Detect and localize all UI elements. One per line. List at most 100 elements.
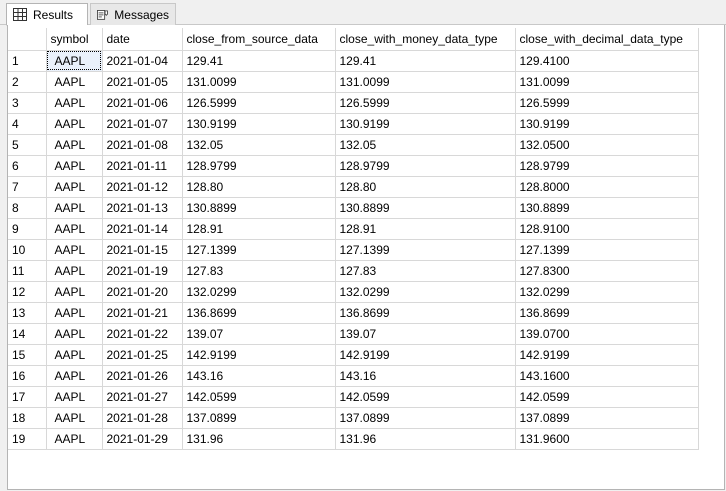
row-number[interactable]: 1	[8, 50, 47, 72]
row-number[interactable]: 7	[8, 176, 47, 198]
close-money-cell[interactable]: 128.9799	[335, 155, 516, 177]
close-money-cell[interactable]: 132.0299	[335, 281, 516, 303]
close-decimal-cell[interactable]: 130.9199	[515, 113, 699, 135]
date-cell[interactable]: 2021-01-21	[102, 302, 183, 324]
symbol-cell[interactable]: AAPL	[46, 176, 103, 198]
close-decimal-cell[interactable]: 132.0299	[515, 281, 699, 303]
row-number[interactable]: 6	[8, 155, 47, 177]
close-decimal-cell[interactable]: 142.0599	[515, 386, 699, 408]
table-row[interactable]: 19 AAPL 2021-01-29 131.96 131.96 131.9600	[8, 428, 699, 450]
symbol-cell[interactable]: AAPL	[46, 428, 103, 450]
close-source-cell[interactable]: 128.9799	[182, 155, 336, 177]
date-cell[interactable]: 2021-01-28	[102, 407, 183, 429]
row-number[interactable]: 17	[8, 386, 47, 408]
column-header-symbol[interactable]: symbol	[46, 28, 103, 51]
table-row[interactable]: 9 AAPL 2021-01-14 128.91 128.91 128.9100	[8, 218, 699, 240]
date-cell[interactable]: 2021-01-22	[102, 323, 183, 345]
close-money-cell[interactable]: 136.8699	[335, 302, 516, 324]
close-source-cell[interactable]: 130.8899	[182, 197, 336, 219]
table-row[interactable]: 18 AAPL 2021-01-28 137.0899 137.0899 137.0899	[8, 407, 699, 429]
close-money-cell[interactable]: 139.07	[335, 323, 516, 345]
table-row[interactable]: 7 AAPL 2021-01-12 128.80 128.80 128.8000	[8, 176, 699, 198]
close-decimal-cell[interactable]: 126.5999	[515, 92, 699, 114]
column-header-close-with-decimal-data-type[interactable]: close_with_decimal_data_type	[515, 28, 699, 51]
table-row[interactable]: 3 AAPL 2021-01-06 126.5999 126.5999 126.5999	[8, 92, 699, 114]
close-source-cell[interactable]: 130.9199	[182, 113, 336, 135]
table-row[interactable]: 6 AAPL 2021-01-11 128.9799 128.9799 128.9799	[8, 155, 699, 177]
symbol-cell[interactable]: AAPL	[46, 113, 103, 135]
row-number[interactable]: 12	[8, 281, 47, 303]
close-decimal-cell[interactable]: 132.0500	[515, 134, 699, 156]
close-decimal-cell[interactable]: 142.9199	[515, 344, 699, 366]
date-cell[interactable]: 2021-01-12	[102, 176, 183, 198]
close-decimal-cell[interactable]: 137.0899	[515, 407, 699, 429]
table-row[interactable]: 13 AAPL 2021-01-21 136.8699 136.8699 136.8699	[8, 302, 699, 324]
close-source-cell[interactable]: 127.83	[182, 260, 336, 282]
close-money-cell[interactable]: 128.80	[335, 176, 516, 198]
table-row[interactable]: 12 AAPL 2021-01-20 132.0299 132.0299 132.0299	[8, 281, 699, 303]
close-decimal-cell[interactable]: 128.9799	[515, 155, 699, 177]
symbol-cell[interactable]: AAPL	[46, 323, 103, 345]
close-decimal-cell[interactable]: 139.0700	[515, 323, 699, 345]
table-row[interactable]: 10 AAPL 2021-01-15 127.1399 127.1399 127.1399	[8, 239, 699, 261]
close-money-cell[interactable]: 126.5999	[335, 92, 516, 114]
close-source-cell[interactable]: 132.0299	[182, 281, 336, 303]
date-cell[interactable]: 2021-01-08	[102, 134, 183, 156]
close-source-cell[interactable]: 142.0599	[182, 386, 336, 408]
symbol-cell[interactable]: AAPL	[46, 134, 103, 156]
symbol-cell[interactable]: AAPL	[46, 239, 103, 261]
row-number[interactable]: 5	[8, 134, 47, 156]
close-money-cell[interactable]: 131.0099	[335, 71, 516, 93]
symbol-cell[interactable]: AAPL	[46, 302, 103, 324]
close-source-cell[interactable]: 137.0899	[182, 407, 336, 429]
row-number-header[interactable]	[8, 28, 47, 51]
date-cell[interactable]: 2021-01-04	[102, 50, 183, 72]
close-decimal-cell[interactable]: 127.8300	[515, 260, 699, 282]
table-row[interactable]: 14 AAPL 2021-01-22 139.07 139.07 139.0700	[8, 323, 699, 345]
close-money-cell[interactable]: 137.0899	[335, 407, 516, 429]
close-money-cell[interactable]: 131.96	[335, 428, 516, 450]
close-money-cell[interactable]: 128.91	[335, 218, 516, 240]
close-source-cell[interactable]: 139.07	[182, 323, 336, 345]
close-source-cell[interactable]: 131.0099	[182, 71, 336, 93]
date-cell[interactable]: 2021-01-27	[102, 386, 183, 408]
close-decimal-cell[interactable]: 128.9100	[515, 218, 699, 240]
symbol-cell[interactable]: AAPL	[46, 281, 103, 303]
close-money-cell[interactable]: 142.9199	[335, 344, 516, 366]
date-cell[interactable]: 2021-01-11	[102, 155, 183, 177]
symbol-cell[interactable]: AAPL	[46, 92, 103, 114]
row-number[interactable]: 10	[8, 239, 47, 261]
symbol-cell[interactable]: AAPL	[46, 260, 103, 282]
date-cell[interactable]: 2021-01-26	[102, 365, 183, 387]
symbol-cell[interactable]: AAPL	[46, 344, 103, 366]
close-money-cell[interactable]: 130.8899	[335, 197, 516, 219]
close-decimal-cell[interactable]: 127.1399	[515, 239, 699, 261]
results-grid[interactable]: symbol date close_from_source_data close_wi…	[7, 25, 725, 490]
symbol-cell[interactable]: AAPL	[46, 50, 103, 72]
row-number[interactable]: 18	[8, 407, 47, 429]
table-row[interactable]: 16 AAPL 2021-01-26 143.16 143.16 143.1600	[8, 365, 699, 387]
close-money-cell[interactable]: 130.9199	[335, 113, 516, 135]
table-row[interactable]: 17 AAPL 2021-01-27 142.0599 142.0599 142.0599	[8, 386, 699, 408]
table-row[interactable]: 15 AAPL 2021-01-25 142.9199 142.9199 142.9199	[8, 344, 699, 366]
close-money-cell[interactable]: 142.0599	[335, 386, 516, 408]
row-number[interactable]: 8	[8, 197, 47, 219]
date-cell[interactable]: 2021-01-29	[102, 428, 183, 450]
close-decimal-cell[interactable]: 128.8000	[515, 176, 699, 198]
column-header-date[interactable]: date	[102, 28, 183, 51]
symbol-cell[interactable]: AAPL	[46, 218, 103, 240]
date-cell[interactable]: 2021-01-25	[102, 344, 183, 366]
column-header-close-with-money-data-type[interactable]: close_with_money_data_type	[335, 28, 516, 51]
symbol-cell[interactable]: AAPL	[46, 365, 103, 387]
close-source-cell[interactable]: 129.41	[182, 50, 336, 72]
close-money-cell[interactable]: 127.83	[335, 260, 516, 282]
close-source-cell[interactable]: 128.91	[182, 218, 336, 240]
close-source-cell[interactable]: 142.9199	[182, 344, 336, 366]
date-cell[interactable]: 2021-01-19	[102, 260, 183, 282]
symbol-cell[interactable]: AAPL	[46, 71, 103, 93]
row-number[interactable]: 15	[8, 344, 47, 366]
row-number[interactable]: 16	[8, 365, 47, 387]
close-decimal-cell[interactable]: 136.8699	[515, 302, 699, 324]
tab-results[interactable]: Results	[6, 3, 88, 26]
close-source-cell[interactable]: 136.8699	[182, 302, 336, 324]
